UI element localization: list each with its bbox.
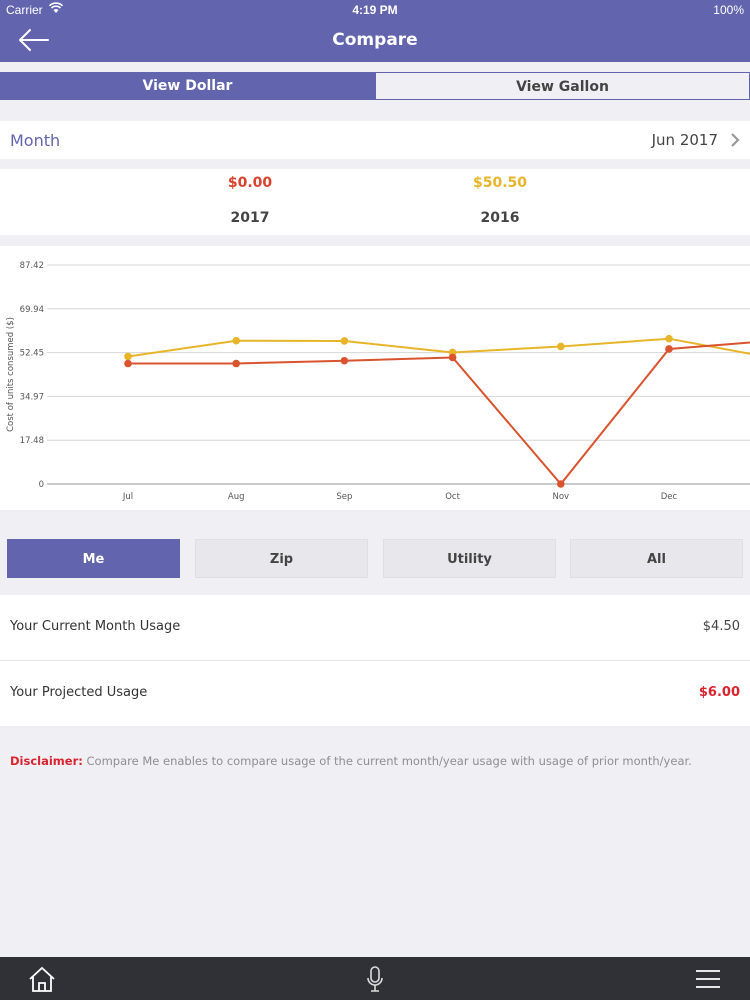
y-axis-label: Cost of units consumed ($) [6,317,16,432]
y-tick-label: 0 [39,480,44,490]
chevron-right-icon [731,133,740,147]
current-usage-value: $4.50 [702,619,740,634]
year-comparison: $0.00 2017 $50.50 2016 [0,169,750,235]
usage-summary: Your Current Month Usage $4.50 Your Proj… [0,595,750,726]
data-point [340,337,349,345]
x-tick-label: Nov [553,492,570,502]
projected-usage-value: $6.00 [698,685,740,700]
clock: 4:19 PM [352,3,398,17]
data-point [232,359,240,368]
filter-zip-button[interactable]: Zip [195,539,368,578]
filter-all-button[interactable]: All [570,539,743,578]
prior-year-amount: $50.50 [472,175,528,191]
month-label: Month [10,131,61,150]
month-selector-row[interactable]: Month Jun 2017 [0,121,750,159]
unit-segmented-control: View Dollar View Gallon [0,72,750,100]
tab-bar [0,957,750,1000]
x-tick-label: Oct [445,492,460,502]
y-tick-label: 52.45 [20,349,44,359]
x-tick-label: Sep [336,492,352,502]
projected-usage-label: Your Projected Usage [10,685,148,700]
series-line-1 [128,341,750,486]
current-year-amount: $0.00 [227,175,273,191]
disclaimer-label: Disclaimer: [10,754,83,768]
y-tick-label: 34.97 [20,392,44,402]
month-value: Jun 2017 [651,131,718,149]
current-year-label: 2017 [230,210,270,226]
filter-utility-button[interactable]: Utility [383,539,556,578]
disclaimer-text: Compare Me enables to compare usage of t… [86,754,692,768]
menu-icon[interactable] [693,965,723,993]
battery-percentage: 100% [713,3,744,17]
cost-line-chart: 0 17.48 34.97 52.45 69.94 87.42 Cost of units … [6,261,750,502]
data-point [124,352,132,361]
data-point [665,345,673,353]
navigation-bar: Carrier 4:19 PM 100% Compare [0,0,750,62]
data-point [448,353,457,362]
prior-year-label: 2016 [480,210,520,226]
data-point [124,359,132,368]
x-tick-label: Jul [122,492,133,502]
data-point [557,342,565,351]
home-icon[interactable] [27,965,57,993]
page-title: Compare [332,30,418,50]
x-tick-label: Aug [228,492,245,502]
cost-chart: 0 17.48 34.97 52.45 69.94 87.42 Cost of units … [0,246,750,510]
projected-usage-row: Your Projected Usage $6.00 [0,661,750,726]
data-point [232,336,240,345]
y-tick-label: 87.42 [20,261,44,271]
current-usage-row: Your Current Month Usage $4.50 [0,595,750,661]
disclaimer: Disclaimer: Compare Me enables to compar… [10,754,740,768]
microphone-icon[interactable] [360,965,390,993]
y-tick-label: 17.48 [20,436,44,446]
data-point [557,480,565,488]
data-point [665,334,673,343]
data-point [340,356,349,365]
view-dollar-tab[interactable]: View Dollar [0,72,375,100]
x-tick-label: Dec [661,492,678,502]
y-tick-label: 69.94 [20,305,44,315]
view-gallon-tab[interactable]: View Gallon [375,72,750,100]
filter-me-button[interactable]: Me [7,539,180,578]
series-line-0 [127,337,750,358]
current-usage-label: Your Current Month Usage [10,619,181,634]
